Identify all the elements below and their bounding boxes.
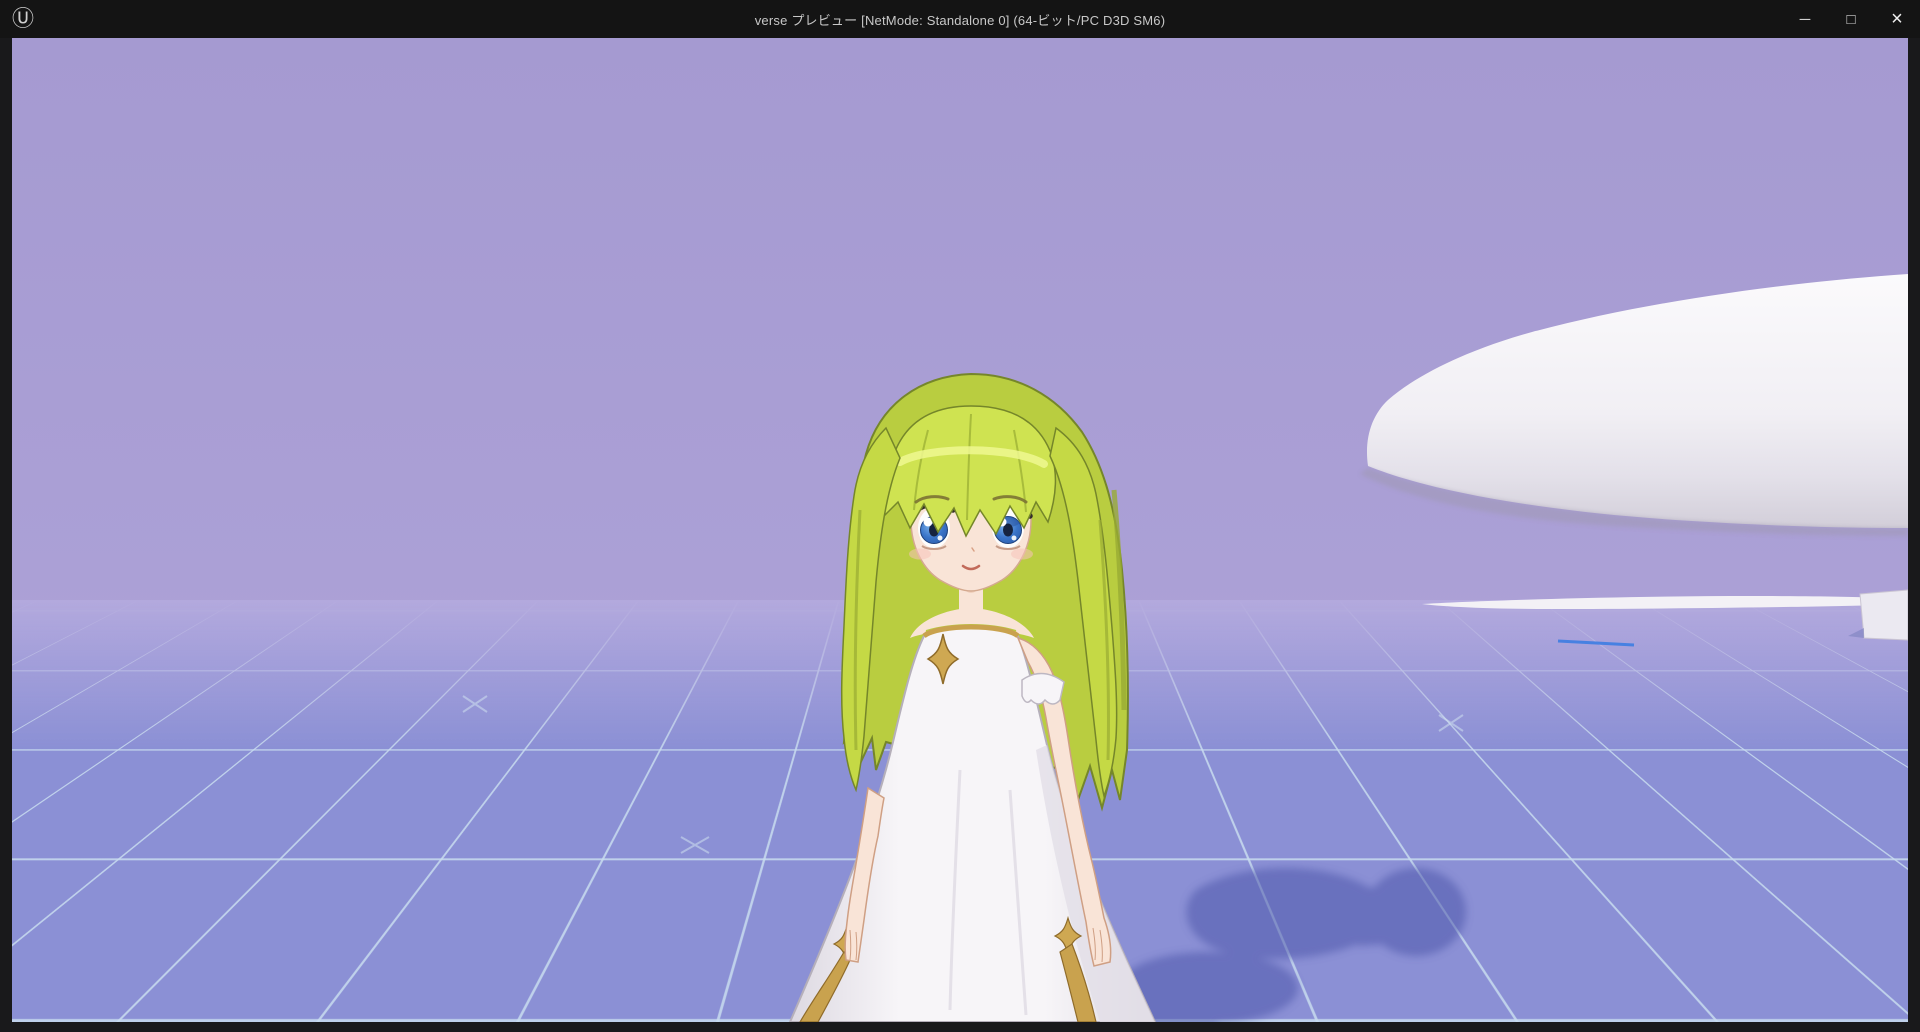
maximize-button[interactable]: □ bbox=[1828, 0, 1874, 38]
minimize-button[interactable]: ─ bbox=[1782, 0, 1828, 38]
titlebar[interactable]: Ⓤ verse プレビュー [NetMode: Standalone 0] (6… bbox=[0, 0, 1920, 38]
window-controls: ─ □ × bbox=[1782, 0, 1920, 38]
character-eyes bbox=[912, 503, 1030, 549]
grid-floor-plane bbox=[12, 600, 1908, 1022]
app-window: Ⓤ verse プレビュー [NetMode: Standalone 0] (6… bbox=[0, 0, 1920, 1032]
white-curved-platform bbox=[1360, 274, 1908, 536]
viewport-canvas[interactable] bbox=[12, 38, 1908, 1022]
close-button[interactable]: × bbox=[1874, 0, 1920, 38]
grid-floor bbox=[12, 600, 1908, 1022]
window-title: verse プレビュー [NetMode: Standalone 0] (64-… bbox=[0, 10, 1920, 29]
character-face bbox=[909, 454, 1033, 591]
character-bangs bbox=[882, 406, 1055, 536]
character-eyebrows bbox=[916, 497, 1026, 502]
